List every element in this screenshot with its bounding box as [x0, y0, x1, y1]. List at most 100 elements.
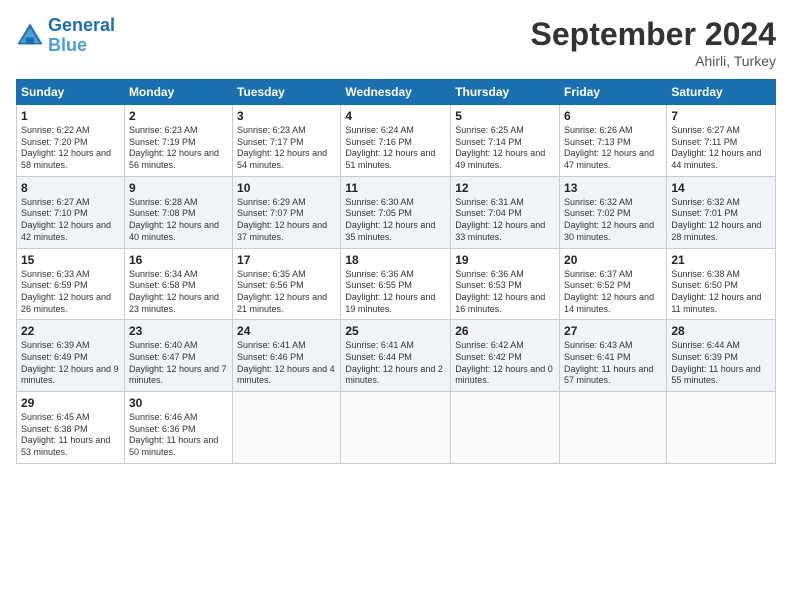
logo: General Blue	[16, 16, 115, 56]
table-row: 15Sunrise: 6:33 AMSunset: 6:59 PMDayligh…	[17, 248, 125, 320]
day-info: Sunrise: 6:42 AMSunset: 6:42 PMDaylight:…	[455, 340, 555, 387]
day-number: 21	[671, 253, 771, 267]
header-sunday: Sunday	[17, 80, 125, 105]
table-row: 6 Sunrise: 6:26 AMSunset: 7:13 PMDaylight…	[560, 105, 667, 177]
day-number: 16	[129, 253, 228, 267]
day-info: Sunrise: 6:38 AMSunset: 6:50 PMDaylight:…	[671, 269, 771, 316]
title-block: September 2024 Ahirli, Turkey	[531, 16, 776, 69]
month-title: September 2024	[531, 16, 776, 53]
day-info: Sunrise: 6:41 AMSunset: 6:44 PMDaylight:…	[345, 340, 446, 387]
calendar-week-row: 8 Sunrise: 6:27 AMSunset: 7:10 PMDaylight…	[17, 176, 776, 248]
table-row: 5 Sunrise: 6:25 AMSunset: 7:14 PMDaylight…	[451, 105, 560, 177]
table-row: 18Sunrise: 6:36 AMSunset: 6:55 PMDayligh…	[341, 248, 451, 320]
day-info: Sunrise: 6:30 AMSunset: 7:05 PMDaylight:…	[345, 197, 446, 244]
table-row: 22Sunrise: 6:39 AMSunset: 6:49 PMDayligh…	[17, 320, 125, 392]
day-info: Sunrise: 6:41 AMSunset: 6:46 PMDaylight:…	[237, 340, 336, 387]
table-row: 7 Sunrise: 6:27 AMSunset: 7:11 PMDaylight…	[667, 105, 776, 177]
table-row	[560, 392, 667, 464]
day-number: 20	[564, 253, 662, 267]
day-info: Sunrise: 6:27 AMSunset: 7:10 PMDaylight:…	[21, 197, 120, 244]
table-row	[667, 392, 776, 464]
day-number: 26	[455, 324, 555, 338]
table-row: 2 Sunrise: 6:23 AMSunset: 7:19 PMDaylight…	[124, 105, 232, 177]
day-number: 2	[129, 109, 228, 123]
table-row: 19Sunrise: 6:36 AMSunset: 6:53 PMDayligh…	[451, 248, 560, 320]
day-number: 4	[345, 109, 446, 123]
day-info: Sunrise: 6:24 AMSunset: 7:16 PMDaylight:…	[345, 125, 446, 172]
day-number: 12	[455, 181, 555, 195]
calendar-week-row: 29Sunrise: 6:45 AMSunset: 6:38 PMDayligh…	[17, 392, 776, 464]
day-number: 30	[129, 396, 228, 410]
header-saturday: Saturday	[667, 80, 776, 105]
day-number: 7	[671, 109, 771, 123]
day-info: Sunrise: 6:32 AMSunset: 7:01 PMDaylight:…	[671, 197, 771, 244]
day-info: Sunrise: 6:32 AMSunset: 7:02 PMDaylight:…	[564, 197, 662, 244]
table-row	[451, 392, 560, 464]
day-number: 6	[564, 109, 662, 123]
header: General Blue September 2024 Ahirli, Turk…	[16, 16, 776, 69]
table-row: 8 Sunrise: 6:27 AMSunset: 7:10 PMDaylight…	[17, 176, 125, 248]
calendar-week-row: 1 Sunrise: 6:22 AMSunset: 7:20 PMDaylight…	[17, 105, 776, 177]
day-number: 17	[237, 253, 336, 267]
day-info: Sunrise: 6:34 AMSunset: 6:58 PMDaylight:…	[129, 269, 228, 316]
table-row: 27 Sunrise: 6:43 AMSunset: 6:41 PMDayligh…	[560, 320, 667, 392]
day-number: 10	[237, 181, 336, 195]
day-number: 3	[237, 109, 336, 123]
day-number: 22	[21, 324, 120, 338]
table-row: 11 Sunrise: 6:30 AMSunset: 7:05 PMDayligh…	[341, 176, 451, 248]
location: Ahirli, Turkey	[531, 53, 776, 69]
day-info: Sunrise: 6:25 AMSunset: 7:14 PMDaylight:…	[455, 125, 555, 172]
table-row: 30 Sunrise: 6:46 AMSunset: 6:36 PMDayligh…	[124, 392, 232, 464]
logo-line2: Blue	[48, 35, 87, 55]
table-row: 3 Sunrise: 6:23 AMSunset: 7:17 PMDaylight…	[233, 105, 341, 177]
day-info: Sunrise: 6:27 AMSunset: 7:11 PMDaylight:…	[671, 125, 771, 172]
table-row: 16 Sunrise: 6:34 AMSunset: 6:58 PMDayligh…	[124, 248, 232, 320]
header-tuesday: Tuesday	[233, 80, 341, 105]
day-number: 11	[345, 181, 446, 195]
table-row: 20Sunrise: 6:37 AMSunset: 6:52 PMDayligh…	[560, 248, 667, 320]
day-number: 24	[237, 324, 336, 338]
calendar-week-row: 15Sunrise: 6:33 AMSunset: 6:59 PMDayligh…	[17, 248, 776, 320]
table-row: 9 Sunrise: 6:28 AMSunset: 7:08 PMDaylight…	[124, 176, 232, 248]
day-info: Sunrise: 6:35 AMSunset: 6:56 PMDaylight:…	[237, 269, 336, 316]
day-info: Sunrise: 6:23 AMSunset: 7:19 PMDaylight:…	[129, 125, 228, 172]
day-number: 8	[21, 181, 120, 195]
day-info: Sunrise: 6:23 AMSunset: 7:17 PMDaylight:…	[237, 125, 336, 172]
calendar-header-row: Sunday Monday Tuesday Wednesday Thursday…	[17, 80, 776, 105]
table-row: 25 Sunrise: 6:41 AMSunset: 6:44 PMDayligh…	[341, 320, 451, 392]
header-monday: Monday	[124, 80, 232, 105]
day-info: Sunrise: 6:31 AMSunset: 7:04 PMDaylight:…	[455, 197, 555, 244]
logo-line1: General	[48, 15, 115, 35]
day-number: 1	[21, 109, 120, 123]
calendar: Sunday Monday Tuesday Wednesday Thursday…	[16, 79, 776, 464]
table-row: 21 Sunrise: 6:38 AMSunset: 6:50 PMDayligh…	[667, 248, 776, 320]
day-number: 13	[564, 181, 662, 195]
day-info: Sunrise: 6:28 AMSunset: 7:08 PMDaylight:…	[129, 197, 228, 244]
day-info: Sunrise: 6:36 AMSunset: 6:55 PMDaylight:…	[345, 269, 446, 316]
logo-text: General Blue	[48, 16, 115, 56]
day-number: 9	[129, 181, 228, 195]
header-wednesday: Wednesday	[341, 80, 451, 105]
header-friday: Friday	[560, 80, 667, 105]
day-number: 27	[564, 324, 662, 338]
day-info: Sunrise: 6:43 AMSunset: 6:41 PMDaylight:…	[564, 340, 662, 387]
day-number: 14	[671, 181, 771, 195]
table-row: 1 Sunrise: 6:22 AMSunset: 7:20 PMDaylight…	[17, 105, 125, 177]
day-info: Sunrise: 6:40 AMSunset: 6:47 PMDaylight:…	[129, 340, 228, 387]
day-number: 28	[671, 324, 771, 338]
table-row: 4 Sunrise: 6:24 AMSunset: 7:16 PMDaylight…	[341, 105, 451, 177]
table-row	[341, 392, 451, 464]
day-info: Sunrise: 6:46 AMSunset: 6:36 PMDaylight:…	[129, 412, 228, 459]
table-row	[233, 392, 341, 464]
day-info: Sunrise: 6:33 AMSunset: 6:59 PMDaylight:…	[21, 269, 120, 316]
table-row: 17 Sunrise: 6:35 AMSunset: 6:56 PMDayligh…	[233, 248, 341, 320]
day-number: 5	[455, 109, 555, 123]
day-info: Sunrise: 6:26 AMSunset: 7:13 PMDaylight:…	[564, 125, 662, 172]
table-row: 14 Sunrise: 6:32 AMSunset: 7:01 PMDayligh…	[667, 176, 776, 248]
day-info: Sunrise: 6:36 AMSunset: 6:53 PMDaylight:…	[455, 269, 555, 316]
day-number: 25	[345, 324, 446, 338]
day-info: Sunrise: 6:22 AMSunset: 7:20 PMDaylight:…	[21, 125, 120, 172]
table-row: 12 Sunrise: 6:31 AMSunset: 7:04 PMDayligh…	[451, 176, 560, 248]
day-number: 23	[129, 324, 228, 338]
table-row: 13 Sunrise: 6:32 AMSunset: 7:02 PMDayligh…	[560, 176, 667, 248]
